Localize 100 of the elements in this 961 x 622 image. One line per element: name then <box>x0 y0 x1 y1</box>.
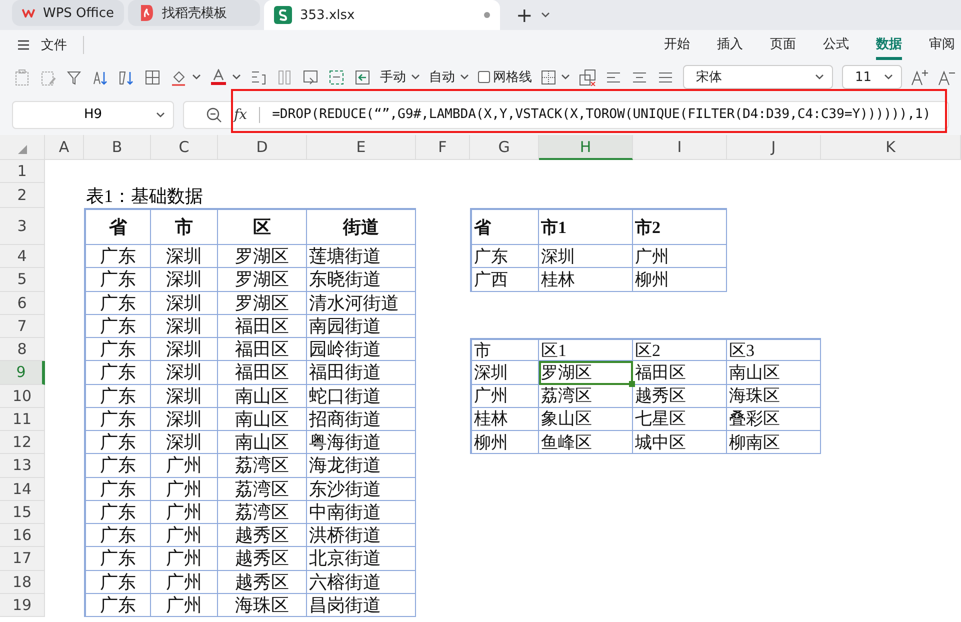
caret-icon[interactable] <box>411 74 420 80</box>
column-header[interactable]: J <box>727 135 821 160</box>
column-header[interactable]: D <box>218 135 307 160</box>
row-header[interactable]: 8 <box>0 338 45 362</box>
column-header[interactable]: I <box>633 135 727 160</box>
caret-icon[interactable] <box>460 74 469 80</box>
column-header[interactable]: K <box>821 135 961 160</box>
table-cell: 广东 <box>84 384 151 408</box>
dropdown-caret-icon[interactable] <box>540 12 550 18</box>
row-header[interactable]: 6 <box>0 292 45 315</box>
table-cell: 园岭街道 <box>307 338 416 362</box>
name-box[interactable]: H9 <box>12 100 174 128</box>
ribbon-tab[interactable]: 公式 <box>823 30 849 60</box>
font-select[interactable]: 宋体 <box>683 65 833 89</box>
caret-icon[interactable] <box>884 74 893 80</box>
caret-icon[interactable] <box>156 112 165 118</box>
zoom-out-icon[interactable] <box>206 106 222 122</box>
column-header[interactable]: B <box>84 135 151 160</box>
font-size-select[interactable]: 11 <box>842 65 902 89</box>
table-cell: 东沙街道 <box>307 478 416 501</box>
menu-icon[interactable] <box>18 40 29 50</box>
column-header[interactable]: E <box>307 135 416 160</box>
table-cell: 象山区 <box>539 408 633 431</box>
tab[interactable]: 找稻壳模板 <box>128 0 260 26</box>
row-header[interactable]: 19 <box>0 594 45 617</box>
column-header[interactable]: G <box>470 135 539 160</box>
wrap-manual-dropdown[interactable]: 手动 <box>380 68 420 86</box>
row-header[interactable]: 9 <box>0 361 45 384</box>
row-header[interactable]: 1 <box>0 160 45 183</box>
ribbon-tab[interactable]: 开始 <box>664 30 690 60</box>
row-header[interactable]: 16 <box>0 524 45 548</box>
column-header[interactable]: C <box>151 135 218 160</box>
table-cell: 鱼峰区 <box>539 431 633 454</box>
table-cell: 深圳 <box>151 245 218 268</box>
table-cell: 荔湾区 <box>218 478 307 501</box>
checkbox-label: 网格线 <box>493 69 532 86</box>
table-cell: 叠彩区 <box>727 408 821 431</box>
table-cell: 广州 <box>151 570 218 594</box>
table-cell: 深圳 <box>151 384 218 408</box>
row-header[interactable]: 12 <box>0 431 45 454</box>
caret-icon[interactable] <box>561 74 570 80</box>
decrease-font-icon[interactable] <box>938 68 956 86</box>
row-header[interactable]: 4 <box>0 245 45 268</box>
table-cell: 深圳 <box>151 408 218 431</box>
filter-icon[interactable] <box>66 68 83 86</box>
row-header[interactable]: 13 <box>0 454 45 478</box>
table-cell: 广东 <box>84 245 151 268</box>
table-cell: 海珠区 <box>218 594 307 617</box>
ribbon-tab[interactable]: 插入 <box>717 30 743 60</box>
table-cell: 广东 <box>84 570 151 594</box>
row-header[interactable]: 10 <box>0 384 45 408</box>
table-cell: 深圳 <box>470 361 539 384</box>
column-header[interactable]: A <box>45 135 84 160</box>
new-tab-button[interactable]: + <box>516 3 533 27</box>
caret-icon[interactable] <box>232 74 241 80</box>
table-cell: 市2 <box>633 208 727 245</box>
ribbon-tab[interactable]: 审阅 <box>929 30 955 60</box>
row-header[interactable]: 18 <box>0 570 45 594</box>
tab[interactable]: 353.xlsx <box>264 0 500 30</box>
table-cell: 福田区 <box>633 361 727 384</box>
function-button[interactable]: fx <box>234 106 248 122</box>
table-cell: 东晓街道 <box>307 268 416 292</box>
row-header[interactable]: 7 <box>0 314 45 338</box>
row-header[interactable]: 3 <box>0 208 45 245</box>
caret-icon[interactable] <box>192 74 201 80</box>
wrap-auto-dropdown[interactable]: 自动 <box>429 68 469 86</box>
row-header[interactable]: 15 <box>0 500 45 524</box>
row-header[interactable]: 2 <box>0 183 45 208</box>
border-style-button[interactable] <box>541 70 570 84</box>
column-header[interactable]: F <box>416 135 470 160</box>
split-text-icon[interactable] <box>250 68 267 86</box>
row-header[interactable]: 14 <box>0 478 45 501</box>
tab[interactable]: WPS Office <box>12 0 124 26</box>
formula-text[interactable]: =DROP(REDUCE(“”,G9#,LAMBDA(X,Y,VSTACK(X,TOROW(UNIQUE(FILTER(D4:D39,C4:C39=Y)))))),1) <box>272 107 931 122</box>
table-cell: 南山区 <box>218 408 307 431</box>
row-header[interactable]: 17 <box>0 547 45 570</box>
table-cell: 区 <box>218 208 307 245</box>
table-cell: 柳州 <box>470 431 539 454</box>
table-cell: 广东 <box>84 292 151 315</box>
sort-descending-icon[interactable] <box>118 68 135 86</box>
file-menu[interactable]: 文件 <box>37 34 71 56</box>
font-color-button[interactable] <box>210 68 241 86</box>
table-cell: 广州 <box>151 454 218 478</box>
fill-color-button[interactable] <box>170 68 201 86</box>
column-header[interactable]: H <box>539 135 633 160</box>
caret-icon[interactable] <box>815 74 824 80</box>
ribbon-tab[interactable]: 页面 <box>770 30 796 60</box>
table-cell: 广州 <box>470 384 539 408</box>
dot-icon[interactable] <box>484 12 490 18</box>
arrow-box-icon[interactable] <box>354 68 371 86</box>
clear-format-icon[interactable] <box>579 68 596 86</box>
increase-font-icon[interactable] <box>911 68 929 86</box>
table-cell: 广州 <box>151 594 218 617</box>
checkbox[interactable] <box>478 71 490 83</box>
grid-icon[interactable] <box>144 68 161 86</box>
table-cell: 荔湾区 <box>218 454 307 478</box>
row-header[interactable]: 5 <box>0 268 45 292</box>
table-cell: 深圳 <box>151 314 218 338</box>
w-logo-icon <box>22 6 35 20</box>
row-header[interactable]: 11 <box>0 408 45 431</box>
